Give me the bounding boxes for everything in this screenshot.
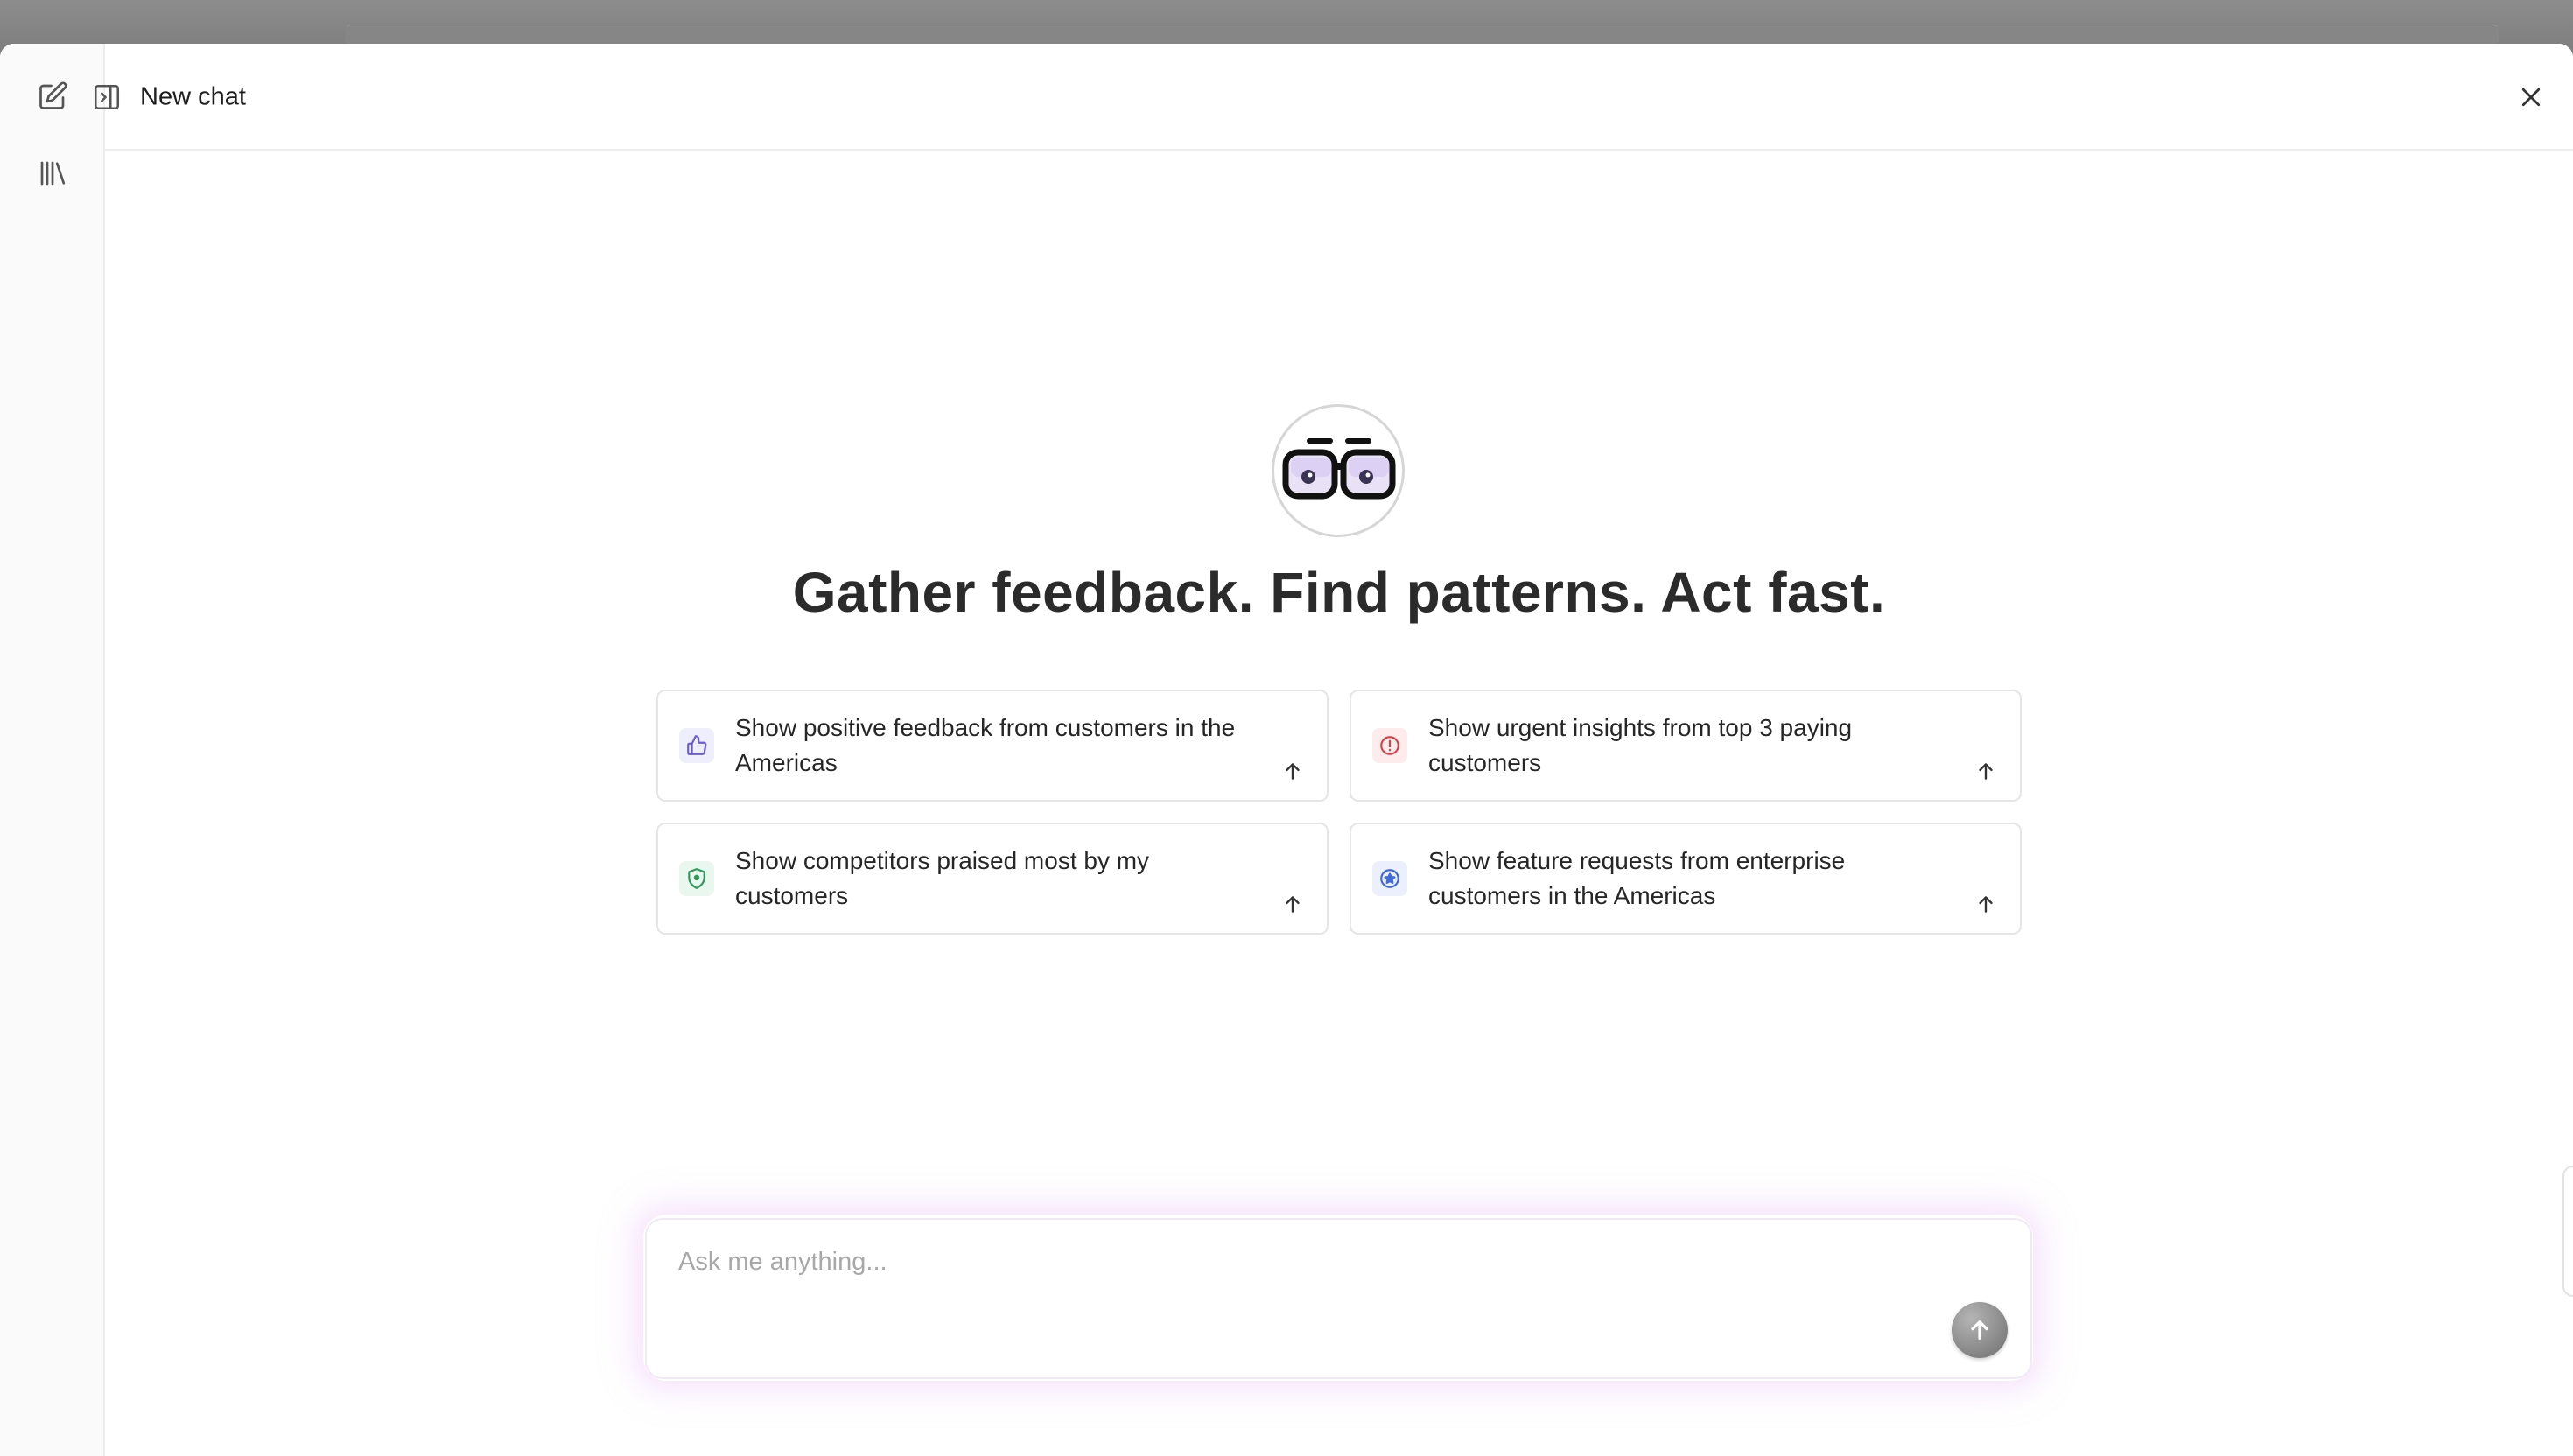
sidebar-toggle-button[interactable] <box>86 76 128 118</box>
arrow-up-icon <box>1979 763 1993 780</box>
send-suggestion-arrow <box>1971 756 2001 786</box>
suggestion-icon-wrap <box>1372 728 1407 763</box>
suggestion-card[interactable]: Show competitors praised most by my cust… <box>656 822 1329 934</box>
close-icon <box>2521 88 2541 107</box>
chat-modal: New chat Gather feedback. Find patterns.… <box>0 44 2573 1456</box>
send-suggestion-arrow <box>1278 889 1308 919</box>
side-panel-handle[interactable] <box>2562 1166 2573 1297</box>
assistant-avatar <box>1272 404 1405 537</box>
suggestion-text: Show feature requests from enterprise cu… <box>1428 847 1846 909</box>
edit-icon <box>39 81 67 109</box>
arrow-up-icon <box>1979 896 1993 913</box>
suggestion-text: Show positive feedback from customers in… <box>735 714 1236 776</box>
send-suggestion-arrow <box>1971 889 2001 919</box>
shield-icon <box>688 868 705 889</box>
suggestion-text: Show competitors praised most by my cust… <box>735 847 1150 909</box>
library-button[interactable] <box>30 150 75 196</box>
suggestion-icon-wrap <box>679 861 714 896</box>
arrow-up-icon <box>1286 763 1300 780</box>
send-suggestion-arrow <box>1278 756 1308 786</box>
chat-input[interactable] <box>678 1244 1903 1279</box>
star-badge-icon <box>1380 869 1399 888</box>
suggestion-card[interactable]: Show feature requests from enterprise cu… <box>1350 822 2022 934</box>
suggestion-icon-wrap <box>1372 861 1407 896</box>
arrow-up-icon <box>1971 1320 1988 1340</box>
thumbs-up-icon <box>687 735 707 755</box>
arrow-up-icon <box>1286 896 1300 913</box>
page-headline: Gather feedback. Find patterns. Act fast… <box>792 561 1886 624</box>
suggestion-text: Show urgent insights from top 3 paying c… <box>1428 714 1853 776</box>
chat-header: New chat <box>94 44 2573 150</box>
alert-circle-icon <box>1380 736 1399 755</box>
left-rail <box>0 44 105 1456</box>
new-chat-button[interactable] <box>30 74 75 119</box>
background-tab <box>346 24 2499 46</box>
suggestion-card[interactable]: Show positive feedback from customers in… <box>656 690 1329 802</box>
sidebar-panel-icon <box>94 84 120 110</box>
chat-title: New chat <box>140 82 246 111</box>
close-button[interactable] <box>2508 74 2554 120</box>
library-icon <box>40 161 66 186</box>
chat-composer <box>645 1218 2032 1379</box>
suggestion-icon-wrap <box>679 728 714 763</box>
suggestion-card[interactable]: Show urgent insights from top 3 paying c… <box>1350 690 2022 802</box>
send-button[interactable] <box>1952 1302 2008 1358</box>
glasses-mascot-icon <box>1282 438 1396 500</box>
